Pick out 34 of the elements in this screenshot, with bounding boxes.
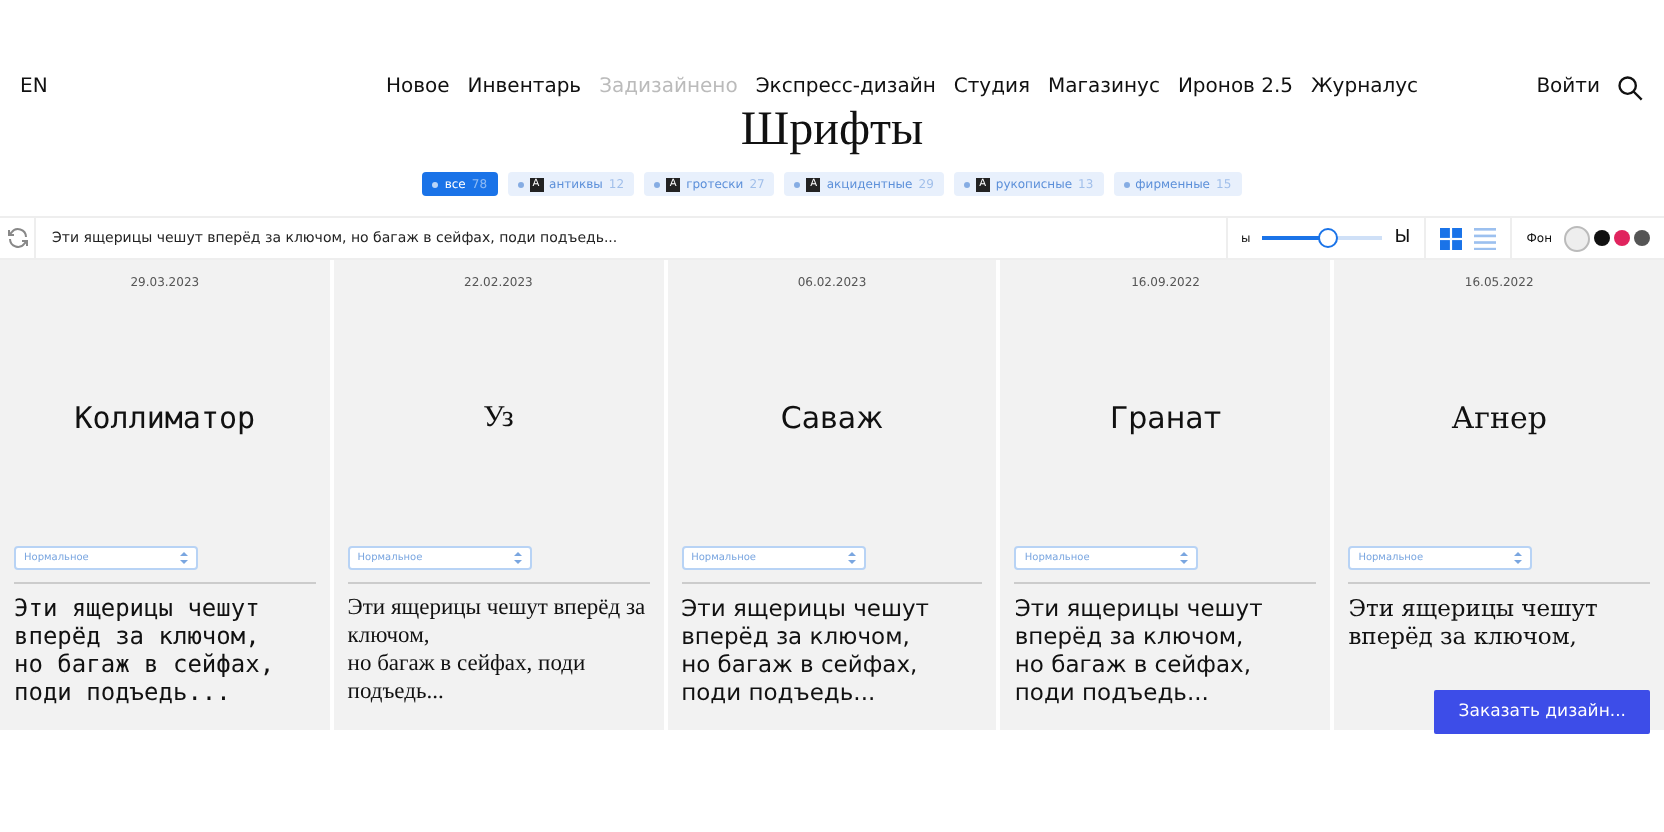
updown-icon [513,552,522,564]
grid-view-icon[interactable] [1440,227,1463,249]
font-name: Уз [483,401,514,435]
sample-text: Эти ящерицы чешут вперёд за ключом, но багаж в сейфах, поди подъедь... [681,594,932,706]
font-name: Гранат [1109,400,1222,436]
color-swatch[interactable] [1634,230,1650,246]
updown-icon [1514,552,1523,564]
sample-text: Эти ящерицы чешут вперёд за ключом, [1348,594,1600,650]
font-name: Коллиматор [74,400,256,436]
nav-link[interactable]: Иронов 2.5 [1177,76,1294,98]
nav-link[interactable]: Экспресс-дизайн [755,76,936,98]
nav-link[interactable]: Студия [953,76,1031,98]
sample-text: Эти ящерицы чешут вперёд за ключом, но багаж в сейфах, поди подъедь... [1014,594,1265,706]
language-link[interactable]: EN [20,76,140,98]
nav-link[interactable]: Магазинус [1048,76,1160,98]
refresh-icon[interactable] [5,226,29,250]
page-title: Шрифты [738,104,926,156]
font-name: Саваж [780,400,884,436]
updown-icon [847,552,856,564]
font-name: Агнер [1451,400,1547,436]
nav-link[interactable]: Новое [385,76,450,98]
login-link[interactable]: Войти [1536,76,1600,98]
color-swatch[interactable] [1564,225,1590,251]
nav-link[interactable]: Журналус [1311,76,1419,98]
search-icon[interactable] [1616,73,1644,101]
color-swatch[interactable] [1614,230,1630,246]
order-design-button[interactable]: Заказать дизайн... [1434,690,1650,734]
sample-text: Эти ящерицы чешут вперёд за ключом, но багаж в сейфах, поди подъедь... [14,594,277,706]
updown-icon [1180,552,1189,564]
size-max-label: Ы [1394,228,1411,248]
sample-text: Эти ящерицы чешут вперёд за ключом, но багаж в сейфах, поди подъедь... [347,594,648,706]
updown-icon [180,552,188,564]
color-swatch[interactable] [1594,230,1610,246]
nav-link[interactable]: Инвентарь [467,76,582,98]
